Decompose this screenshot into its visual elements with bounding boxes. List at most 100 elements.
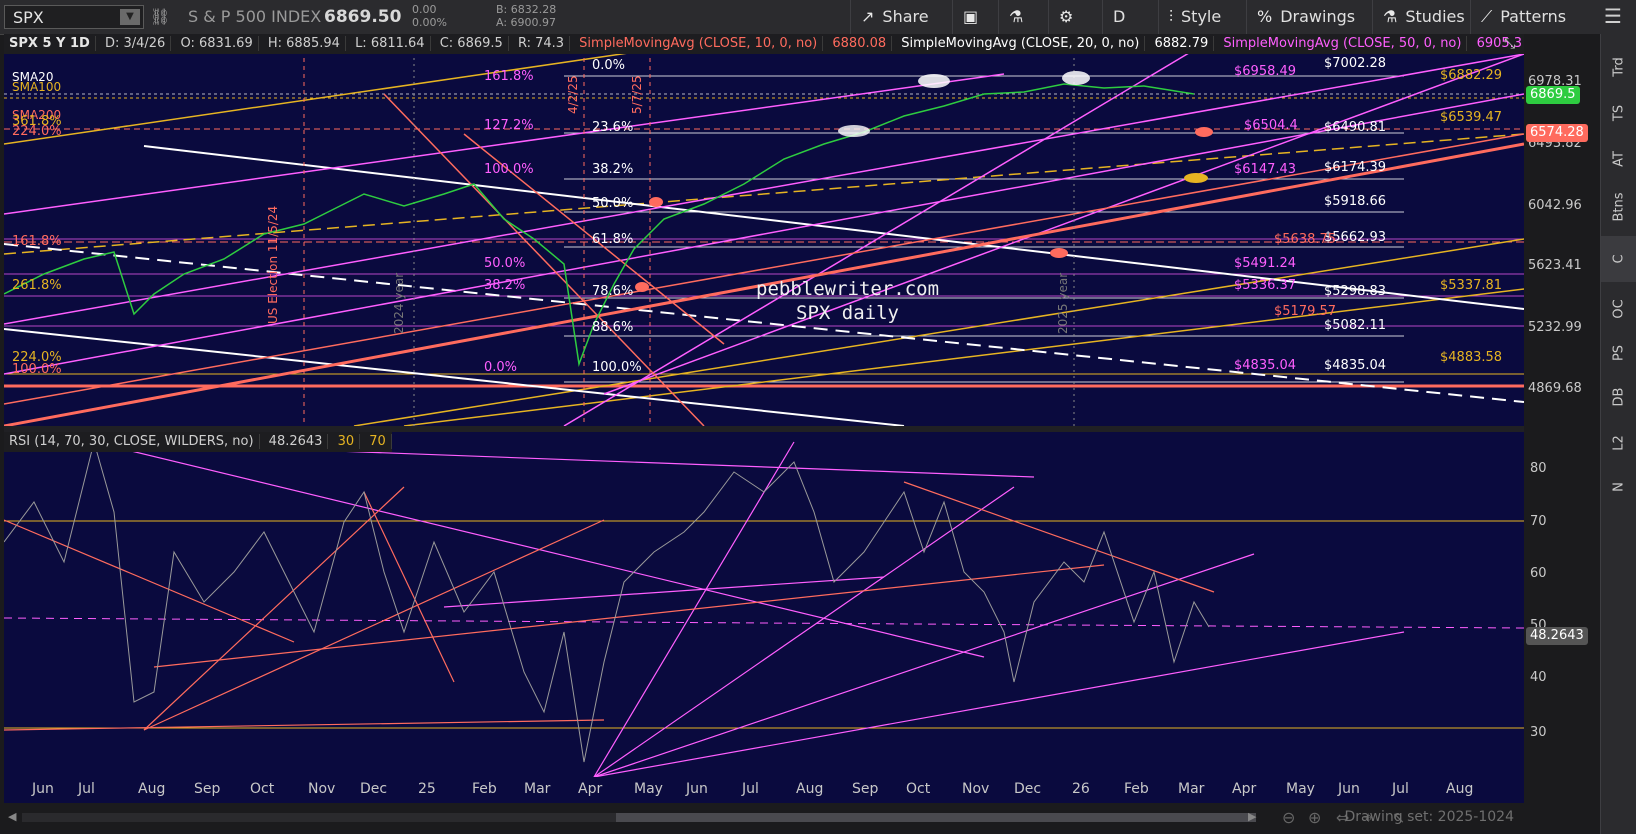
price-level-label: $5082.11	[1324, 318, 1387, 333]
x-tick: Aug	[138, 781, 166, 797]
x-tick: Jul	[78, 781, 95, 797]
ohlc-range: R: 74.3	[512, 36, 571, 51]
snapshot-button[interactable]: ▣	[952, 0, 988, 34]
x-tick: Oct	[906, 781, 931, 797]
x-tick: Mar	[1178, 781, 1205, 797]
rsi-axis-tick: 70	[1530, 514, 1547, 529]
studies-button[interactable]: ⚗ Studies	[1372, 0, 1480, 34]
zoom-out-icon[interactable]: ⊖	[1282, 808, 1295, 827]
price-level-label: $5298.83	[1324, 284, 1387, 299]
fib-label: 38.2%	[592, 162, 634, 177]
index-name: S & P 500 INDEX	[188, 7, 322, 26]
price-level-label: $5337.81	[1440, 278, 1503, 293]
rail-tab-ts[interactable]: TS	[1601, 90, 1636, 136]
settings-button[interactable]: ⚙	[1048, 0, 1088, 34]
zoom-in-icon[interactable]: ⊕	[1308, 808, 1321, 827]
menu-icon[interactable]: ☰	[1604, 4, 1622, 28]
scroll-left-icon[interactable]: ◀	[8, 810, 16, 823]
sma50-label[interactable]: SimpleMovingAvg (CLOSE, 50, 0, no)	[1218, 36, 1468, 51]
rsi-label[interactable]: RSI (14, 70, 30, CLOSE, WILDERS, no)	[4, 434, 260, 449]
x-tick: Jul	[1392, 781, 1409, 797]
fib-label: 261.8%	[12, 278, 62, 293]
price-level-label: $6539.47	[1440, 110, 1503, 125]
vertical-note: 5/7/25	[630, 75, 644, 114]
rail-tab-at[interactable]: AT	[1601, 136, 1636, 182]
scroll-right-icon[interactable]: ▶	[1248, 810, 1256, 823]
price-axis-tick: 6042.96	[1528, 198, 1582, 213]
rsi-panel[interactable]: RSI (14, 70, 30, CLOSE, WILDERS, no) 48.…	[4, 432, 1524, 777]
rsi-value-tag: 48.2643	[1526, 627, 1588, 645]
fib-label: 0.0%	[484, 360, 518, 375]
bid-ask-block: B: 6832.28 A: 6900.97	[496, 3, 556, 29]
rail-tab-l2[interactable]: L2	[1601, 420, 1636, 466]
price-level-label: $4883.58	[1440, 350, 1503, 365]
axis-gutter	[1524, 34, 1600, 834]
time-axis[interactable]: Jun Jul Aug Sep Oct Nov Dec 25 Feb Mar A…	[4, 777, 1524, 803]
share-button[interactable]: ↗ Share	[850, 0, 952, 34]
fib-label: 23.6%	[592, 120, 634, 135]
sma-left-label: SMA100	[12, 80, 62, 94]
x-tick: Nov	[962, 781, 990, 797]
ohlc-date: D: 3/4/26	[99, 36, 172, 51]
symbol-selector[interactable]: SPX ▼	[4, 5, 144, 29]
scroll-thumb[interactable]	[616, 813, 1256, 822]
price-level-label: $4835.04	[1234, 358, 1297, 373]
ohlc-close: C: 6869.5	[434, 36, 509, 51]
price-level-label: $5336.37	[1234, 278, 1297, 293]
period-label: D	[1113, 7, 1126, 26]
chevron-down-icon[interactable]: ▼	[120, 9, 140, 25]
vertical-note: 4/2/25	[566, 75, 580, 114]
patterns-button[interactable]: ⟋ Patterns	[1470, 0, 1590, 34]
x-tick: Dec	[360, 781, 388, 797]
flask-button[interactable]: ⚗	[998, 0, 1040, 34]
sma20-label[interactable]: SimpleMovingAvg (CLOSE, 20, 0, no)	[896, 36, 1146, 51]
rail-tab-n[interactable]: N	[1601, 464, 1636, 510]
price-level-label: $6882.29	[1440, 68, 1503, 83]
rail-tab-ps[interactable]: PS	[1601, 330, 1636, 376]
x-tick: 26	[1072, 781, 1090, 797]
right-sidebar: Trd TS AT Btns C OC PS DB L2 N	[1600, 34, 1636, 834]
drawing-set-label[interactable]: Drawing set: 2025-1024	[1344, 809, 1514, 825]
x-tick: Jul	[742, 781, 759, 797]
sma10-label[interactable]: SimpleMovingAvg (CLOSE, 10, 0, no)	[574, 36, 824, 51]
pct-change: 0.00%	[412, 16, 447, 29]
rail-tab-db[interactable]: DB	[1601, 374, 1636, 420]
fib-label: 50.0%	[484, 256, 526, 271]
price-level-label: $6174.39	[1324, 160, 1387, 175]
x-tick: Nov	[308, 781, 336, 797]
price-axis-tick: 4869.68	[1528, 381, 1582, 396]
style-button[interactable]: ⫶ Style	[1158, 0, 1256, 34]
rail-tab-btns[interactable]: Btns	[1601, 184, 1636, 230]
link-icon[interactable]: ⛓	[150, 0, 170, 34]
fib-label: 161.8%	[12, 234, 62, 249]
x-tick: Dec	[1014, 781, 1042, 797]
rail-tab-trd[interactable]: Trd	[1601, 44, 1636, 90]
price-level-label: $5918.66	[1324, 194, 1387, 209]
price-chart[interactable]: SPX 5 Y 1D D: 3/4/26 O: 6831.69 H: 6885.…	[4, 34, 1524, 426]
x-tick: Jun	[1338, 781, 1360, 797]
price-axis-tick: 5232.99	[1528, 320, 1582, 335]
bid-value: B: 6832.28	[496, 3, 557, 16]
rsi-ob: 30	[332, 434, 361, 449]
watermark-title: SPX daily	[796, 302, 899, 324]
rsi-study-header: RSI (14, 70, 30, CLOSE, WILDERS, no) 48.…	[4, 432, 392, 452]
period-button[interactable]: D	[1102, 0, 1152, 34]
price-level-label: $4835.04	[1324, 358, 1387, 373]
collapse-icon[interactable]: ⤡	[1504, 36, 1515, 52]
price-level-label: $6958.49	[1234, 64, 1297, 79]
price-level-label: $5179.57	[1274, 304, 1337, 319]
x-tick: Jun	[686, 781, 708, 797]
drawings-button[interactable]: % Drawings	[1246, 0, 1372, 34]
rail-tab-oc[interactable]: OC	[1601, 286, 1636, 332]
change-block: 0.00 0.00%	[412, 3, 447, 29]
rail-tab-c[interactable]: C	[1601, 236, 1636, 282]
sma10-value: 6880.08	[827, 36, 893, 51]
percent-icon: %	[1257, 7, 1273, 26]
price-level-label: $5638.75	[1274, 232, 1337, 247]
fib-label: 0.0%	[592, 58, 626, 73]
chart-scroll-row: ◀ ▶ ⊖ ⊕ ⇔ ⌖ ↖ Drawing set: 2025-1024	[4, 808, 1524, 828]
fib-label: 100.0%	[484, 162, 534, 177]
sma20-value: 6882.79	[1149, 36, 1215, 51]
x-tick: Apr	[578, 781, 603, 797]
x-tick: Oct	[250, 781, 275, 797]
